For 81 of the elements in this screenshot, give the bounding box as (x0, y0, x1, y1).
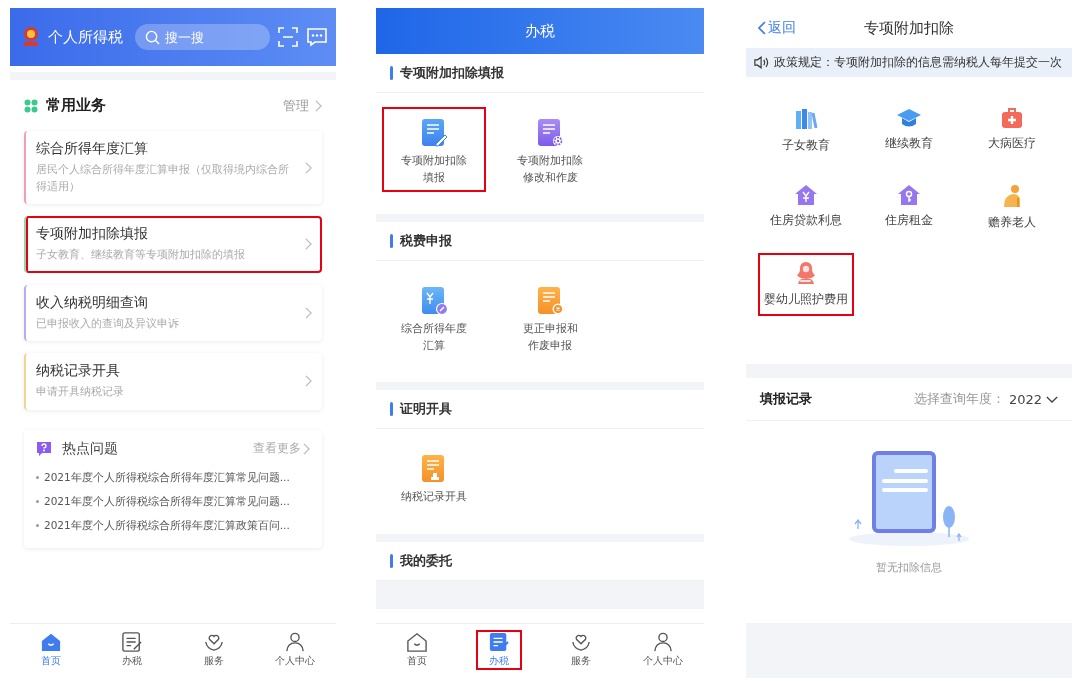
card-subtitle: 已申报收入的查询及异议申诉 (36, 315, 180, 332)
speaker-icon (754, 56, 770, 69)
tab-item[interactable]: 个人中心 (263, 630, 328, 670)
back-button[interactable]: 返回 (758, 19, 796, 37)
tab-item[interactable]: 服务 (558, 630, 604, 670)
home-icon (406, 632, 428, 652)
service-card[interactable]: 综合所得年度汇算 居民个人综合所得年度汇算申报（仅取得境内综合所得适用） (24, 131, 322, 204)
medical-kit-icon (1000, 107, 1025, 129)
graduation-cap-icon (896, 107, 922, 129)
chevron-right-icon (305, 306, 312, 319)
tab-item[interactable]: 首页 (394, 630, 440, 670)
category-item[interactable]: 赡养老人 (982, 176, 1043, 239)
section-title: 专项附加扣除填报 (400, 64, 504, 82)
question-link[interactable]: 2021年度个人所得税综合所得年度汇算常见问题... (44, 494, 290, 509)
category-item[interactable]: 住房贷款利息 (763, 176, 848, 239)
page-title: 办税 (525, 21, 555, 41)
service-item[interactable]: 综合所得年度 汇算 (382, 275, 486, 360)
category-item[interactable]: 继续教育 (879, 99, 939, 162)
card-subtitle: 子女教育、继续教育等专项附加扣除的填报 (36, 247, 246, 263)
chevron-down-icon (1046, 395, 1058, 403)
tab-item[interactable]: 服务 (190, 630, 237, 670)
document-gear-icon (536, 117, 564, 147)
chevron-right-icon (303, 442, 310, 455)
tab-item[interactable]: 个人中心 (631, 630, 695, 670)
document-pen-icon (420, 117, 448, 147)
category-item[interactable]: 子女教育 (775, 99, 836, 162)
question-link[interactable]: 2021年度个人所得税综合所得年度汇算常见问题... (44, 470, 290, 485)
category-item[interactable]: 住房租金 (879, 176, 939, 239)
service-item[interactable]: 专项附加扣除 修改和作废 (498, 107, 602, 192)
document-yuan-icon (420, 285, 448, 315)
year-select[interactable]: 选择查询年度： 2022 (913, 390, 1058, 408)
chevron-right-icon (305, 238, 312, 251)
records-title: 填报记录 (760, 390, 812, 408)
category-item[interactable]: 大病医疗 (982, 99, 1043, 162)
section-title: 我的委托 (400, 551, 452, 570)
document-edit-icon (121, 632, 144, 652)
heart-hands-icon (202, 632, 225, 652)
section-title: 常用业务 (46, 96, 107, 115)
scan-icon[interactable] (278, 27, 298, 47)
search-icon (145, 30, 160, 45)
service-card[interactable]: 纳税记录开具 申请开具纳税记录 (24, 353, 322, 410)
person-icon (284, 632, 307, 652)
category-item[interactable]: 婴幼儿照护费用 (757, 253, 854, 316)
house-key-icon (897, 184, 921, 206)
page-title: 专项附加扣除 (864, 18, 954, 38)
tab-item[interactable]: 办税 (109, 630, 156, 670)
card-subtitle: 居民个人综合所得年度汇算申报（仅取得境内综合所得适用） (36, 162, 290, 195)
emblem-icon (22, 26, 40, 48)
service-item[interactable]: 纳税记录开具 (382, 443, 486, 512)
clover-icon (24, 98, 38, 113)
service-card[interactable]: 收入纳税明细查询 已申报收入的查询及异议申诉 (24, 284, 322, 341)
card-title: 综合所得年度汇算 (36, 140, 149, 158)
question-link[interactable]: 2021年度个人所得税综合所得年度汇算政策百问... (44, 518, 290, 533)
chevron-right-icon (305, 375, 312, 388)
message-icon[interactable] (306, 27, 328, 47)
service-item[interactable]: 更正申报和 作废申报 (498, 275, 602, 360)
card-title: 纳税记录开具 (36, 362, 121, 380)
hot-questions-title: 热点问题 (62, 439, 119, 458)
empty-message: 暂无扣除信息 (876, 560, 942, 575)
card-title: 专项附加扣除填报 (36, 225, 149, 243)
tab-item[interactable]: 首页 (27, 630, 74, 670)
service-card[interactable]: 专项附加扣除填报 子女教育、继续教育等专项附加扣除的填报 (24, 216, 322, 273)
card-subtitle: 申请开具纳税记录 (36, 384, 125, 400)
tab-item[interactable]: 办税 (476, 630, 522, 670)
books-icon (793, 107, 818, 131)
chevron-right-icon (305, 161, 312, 174)
person-icon (652, 632, 674, 652)
chevron-right-icon (315, 99, 322, 112)
house-yuan-icon (793, 184, 818, 206)
service-item[interactable]: 专项附加扣除 填报 (382, 107, 486, 192)
heart-hands-icon (570, 632, 592, 652)
home-icon (39, 632, 62, 652)
chevron-left-icon (758, 21, 766, 35)
app-name: 个人所得税 (48, 27, 123, 47)
section-title: 证明开具 (400, 400, 452, 418)
section-title: 税费申报 (400, 232, 452, 250)
question-bubble-icon (36, 440, 52, 457)
notice-text: 政策规定：专项附加扣除的信息需纳税人每年提交一次 (774, 55, 1062, 70)
document-edit-icon (488, 632, 510, 652)
card-title: 收入纳税明细查询 (36, 293, 149, 312)
document-cross-icon (536, 285, 564, 315)
